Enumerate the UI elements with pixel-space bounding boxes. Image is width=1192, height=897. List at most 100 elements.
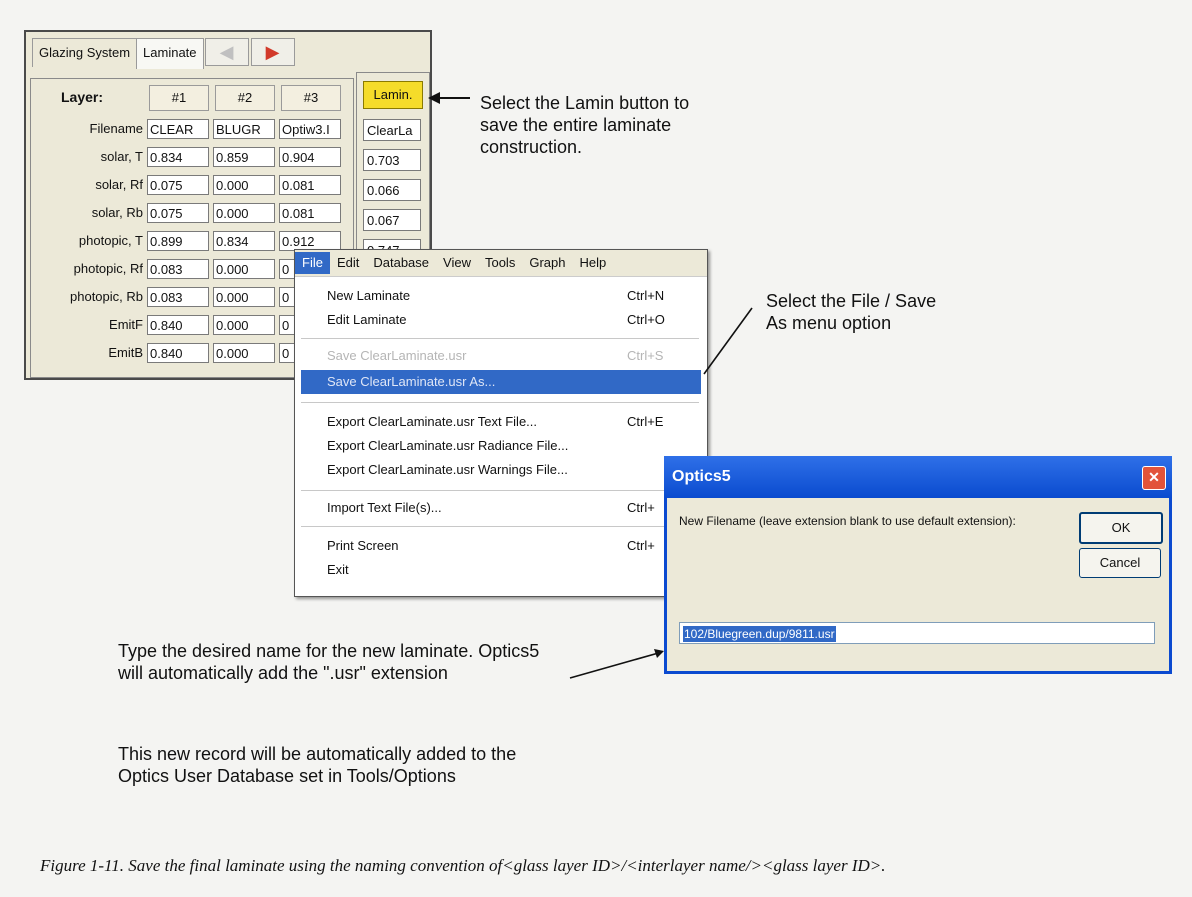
arrow-to-input <box>569 651 663 679</box>
menu-item-label: Exit <box>327 562 349 577</box>
menu-view[interactable]: View <box>436 252 478 274</box>
menu-separator <box>301 402 699 403</box>
note-file-menu: Select the File / Save As menu option <box>766 291 937 333</box>
table-cell[interactable]: 0.859 <box>213 147 275 167</box>
menu-item-label: Save ClearLaminate.usr As... <box>327 374 496 389</box>
layer-3-button[interactable]: #3 <box>281 85 341 111</box>
row-label-emitf: EmitF <box>109 317 143 332</box>
table-cell[interactable]: 0.899 <box>147 231 209 251</box>
new-filename-dialog: Optics5 ✕ New Filename (leave extension … <box>664 456 1172 674</box>
menu-separator <box>301 490 699 491</box>
row-label-filename: Filename <box>89 121 143 136</box>
menu-item-print-screen[interactable]: Print Screen Ctrl+ <box>327 538 655 553</box>
laminate-cell[interactable]: ClearLa <box>363 119 421 141</box>
row-label-solar-rb: solar, Rb <box>91 205 143 220</box>
menu-item-save-as[interactable]: Save ClearLaminate.usr As... <box>327 374 495 389</box>
menu-item-label: Save ClearLaminate.usr <box>327 348 467 363</box>
table-cell[interactable]: 0.075 <box>147 175 209 195</box>
layer-2-button[interactable]: #2 <box>215 85 275 111</box>
layer-header-label: Layer: <box>61 89 104 105</box>
menu-item-save: Save ClearLaminate.usr Ctrl+S <box>327 348 663 363</box>
menu-item-label: Export ClearLaminate.usr Text File... <box>327 414 538 429</box>
filename-input[interactable]: 102/Bluegreen.dup/9811.usr <box>679 622 1155 644</box>
tab-strip: Glazing System Laminate ◀ ▶ <box>32 38 295 69</box>
laminate-cell[interactable]: 0.066 <box>363 179 421 201</box>
laminate-cell[interactable]: 0.703 <box>363 149 421 171</box>
table-cell[interactable]: 0.000 <box>213 287 275 307</box>
close-icon[interactable]: ✕ <box>1142 466 1166 490</box>
table-cell[interactable]: 0.081 <box>279 203 341 223</box>
table-cell[interactable]: Optiw3.I <box>279 119 341 139</box>
ok-button[interactable]: OK <box>1079 512 1163 544</box>
menu-item-new-laminate[interactable]: New Laminate Ctrl+N <box>327 288 664 303</box>
cancel-button[interactable]: Cancel <box>1079 548 1161 578</box>
row-label-photopic-rb: photopic, Rb <box>70 289 143 304</box>
next-arrow-icon[interactable]: ▶ <box>250 38 295 66</box>
dialog-title-bar[interactable]: Optics5 ✕ <box>664 456 1172 498</box>
menu-item-label: Export ClearLaminate.usr Radiance File..… <box>327 438 569 453</box>
note-record: This new record will be automatically ad… <box>118 744 517 786</box>
table-cell[interactable]: 0.840 <box>147 343 209 363</box>
menu-graph[interactable]: Graph <box>522 252 572 274</box>
table-cell[interactable]: 0.081 <box>279 175 341 195</box>
dialog-title: Optics5 <box>672 468 731 485</box>
table-cell[interactable]: 0.000 <box>213 259 275 279</box>
filename-selected-text: 102/Bluegreen.dup/9811.usr <box>683 626 836 642</box>
menu-item-exit[interactable]: Exit <box>327 562 349 577</box>
table-cell[interactable]: 0.075 <box>147 203 209 223</box>
menu-item-shortcut: Ctrl+S <box>627 348 664 363</box>
menu-item-edit-laminate[interactable]: Edit Laminate Ctrl+O <box>327 312 665 327</box>
row-label-solar-t: solar, T <box>100 149 143 164</box>
table-cell[interactable]: 0.840 <box>147 315 209 335</box>
menu-item-export-radiance[interactable]: Export ClearLaminate.usr Radiance File..… <box>327 438 568 453</box>
row-label-emitb: EmitB <box>108 345 143 360</box>
menu-edit[interactable]: Edit <box>330 252 366 274</box>
menu-database[interactable]: Database <box>366 252 436 274</box>
menu-file[interactable]: File <box>295 252 330 274</box>
arrow-to-save-as <box>703 307 753 375</box>
table-cell[interactable]: 0.000 <box>213 343 275 363</box>
menu-separator <box>301 338 699 339</box>
table-cell[interactable]: 0.083 <box>147 287 209 307</box>
menu-tools[interactable]: Tools <box>478 252 522 274</box>
prev-arrow-icon[interactable]: ◀ <box>204 38 249 66</box>
menu-item-shortcut: Ctrl+ <box>627 500 655 515</box>
figure-caption: Figure 1-11. Save the final laminate usi… <box>40 856 886 875</box>
tab-glazing-system[interactable]: Glazing System <box>32 38 138 67</box>
table-cell[interactable]: 0.000 <box>213 315 275 335</box>
menu-item-export-warnings[interactable]: Export ClearLaminate.usr Warnings File..… <box>327 462 568 477</box>
row-label-solar-rf: solar, Rf <box>95 177 143 192</box>
menu-bar: File Edit Database View Tools Graph Help <box>295 250 707 277</box>
menu-item-shortcut: Ctrl+E <box>627 414 664 429</box>
lamin-button[interactable]: Lamin. <box>363 81 423 109</box>
menu-item-label: Edit Laminate <box>327 312 407 327</box>
note-lamin: Select the Lamin button to save the enti… <box>480 93 690 157</box>
menu-item-label: New Laminate <box>327 288 411 303</box>
row-label-photopic-t: photopic, T <box>78 233 143 248</box>
table-cell[interactable]: 0.834 <box>147 147 209 167</box>
table-cell[interactable]: 0.000 <box>213 203 275 223</box>
file-menu: File Edit Database View Tools Graph Help… <box>294 249 708 597</box>
menu-item-shortcut: Ctrl+N <box>627 288 665 303</box>
menu-item-label: Export ClearLaminate.usr Warnings File..… <box>327 462 568 477</box>
arrowhead-icon <box>654 649 664 658</box>
table-cell[interactable]: CLEAR <box>147 119 209 139</box>
table-cell[interactable]: 0.904 <box>279 147 341 167</box>
note-type-name: Type the desired name for the new lamina… <box>118 641 540 683</box>
table-cell[interactable]: 0.834 <box>213 231 275 251</box>
menu-item-shortcut: Ctrl+ <box>627 538 655 553</box>
table-cell[interactable]: 0.083 <box>147 259 209 279</box>
menu-item-import-text[interactable]: Import Text File(s)... Ctrl+ <box>327 500 655 515</box>
table-cell[interactable]: 0.912 <box>279 231 341 251</box>
menu-separator <box>301 526 699 527</box>
laminate-cell[interactable]: 0.067 <box>363 209 421 231</box>
menu-help[interactable]: Help <box>572 252 613 274</box>
table-cell[interactable]: BLUGR <box>213 119 275 139</box>
menu-item-export-text[interactable]: Export ClearLaminate.usr Text File... Ct… <box>327 414 663 429</box>
menu-item-label: Import Text File(s)... <box>327 500 442 515</box>
menu-item-label: Print Screen <box>327 538 399 553</box>
row-label-photopic-rf: photopic, Rf <box>73 261 143 276</box>
layer-1-button[interactable]: #1 <box>149 85 209 111</box>
tab-laminate[interactable]: Laminate <box>136 38 204 69</box>
table-cell[interactable]: 0.000 <box>213 175 275 195</box>
